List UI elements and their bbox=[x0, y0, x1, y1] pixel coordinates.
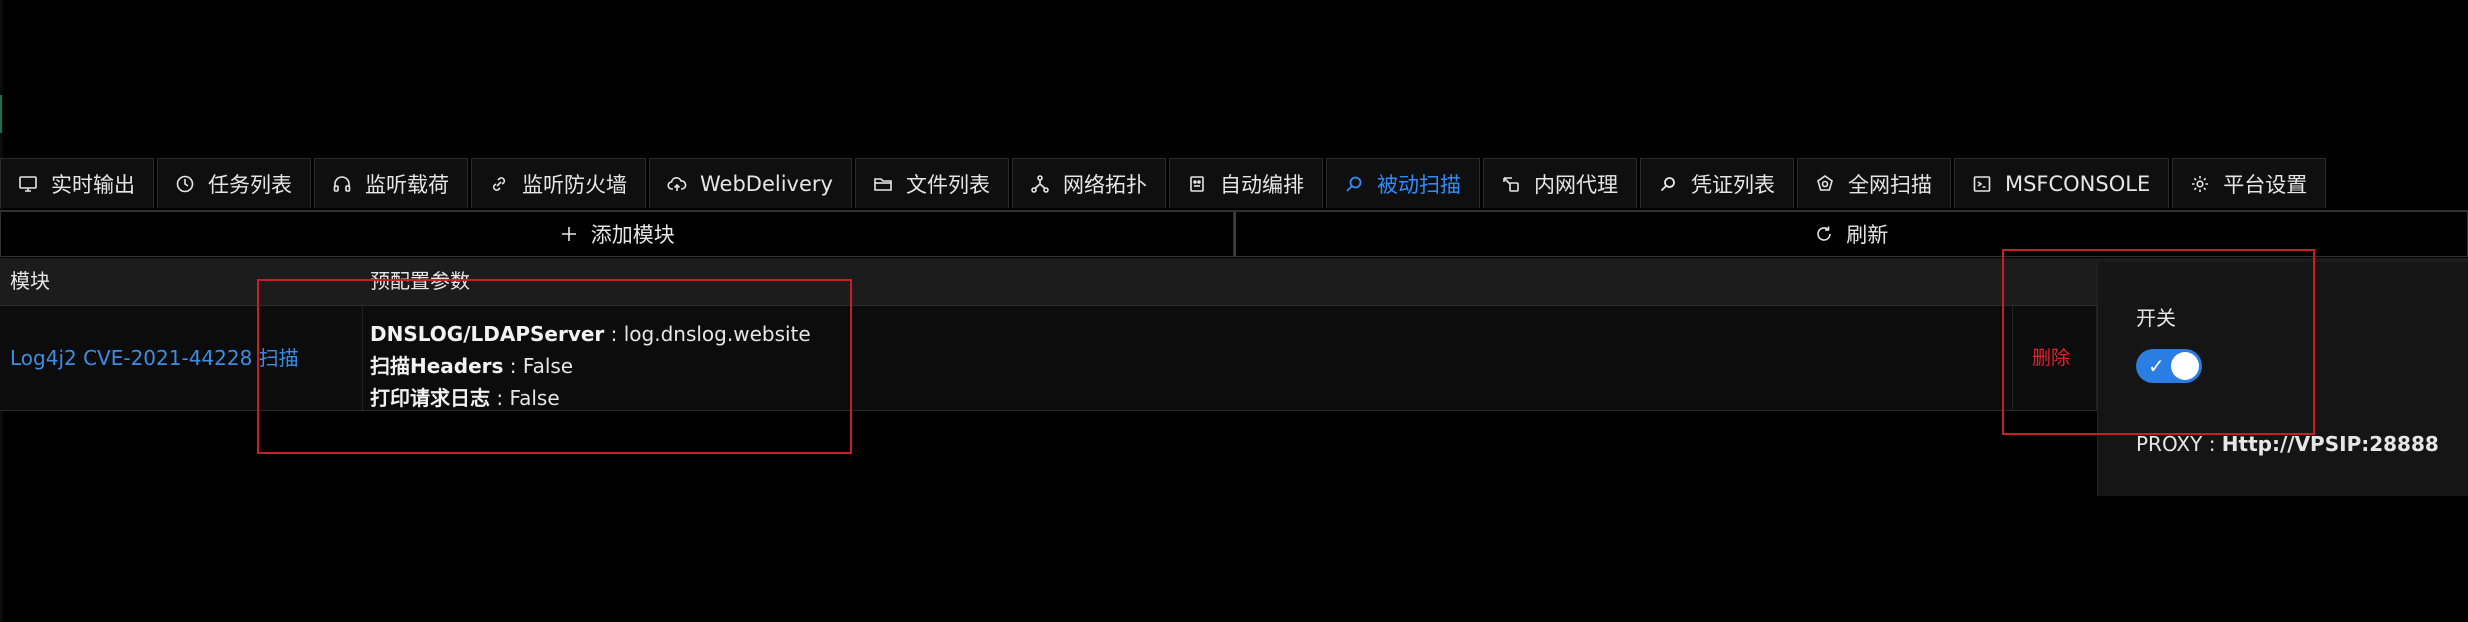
tab-label: 实时输出 bbox=[51, 172, 135, 197]
tab-global-scan[interactable]: 全网扫描 bbox=[1796, 158, 1951, 208]
column-header-module: 模块 bbox=[10, 269, 50, 293]
tab-listen-payload[interactable]: 监听载荷 bbox=[314, 158, 468, 208]
plus-icon bbox=[559, 224, 579, 244]
tab-bar: 实时输出 任务列表 监听载荷 监听防火墙 WebDelivery 文件列表 网络… bbox=[0, 158, 2329, 210]
folder-icon bbox=[872, 173, 894, 195]
tab-msfconsole[interactable]: MSFCONSOLE bbox=[1953, 158, 2170, 208]
tab-webdelivery[interactable]: WebDelivery bbox=[649, 158, 852, 208]
proxy-key: PROXY : bbox=[2136, 432, 2222, 456]
proxy-value: Http://VPSIP:28888 bbox=[2221, 432, 2439, 456]
tab-label: 内网代理 bbox=[1533, 172, 1618, 197]
gear-icon bbox=[2189, 173, 2211, 195]
tab-label: MSFCONSOLE bbox=[2004, 171, 2151, 196]
tab-label: 自动编排 bbox=[1219, 172, 1304, 197]
link-icon bbox=[488, 173, 510, 195]
key-search-icon bbox=[1657, 173, 1679, 195]
tab-label: 全网扫描 bbox=[1847, 172, 1932, 197]
tab-task-list[interactable]: 任务列表 bbox=[157, 158, 311, 208]
monitor-icon bbox=[17, 173, 39, 195]
tab-realtime-output[interactable]: 实时输出 bbox=[0, 158, 154, 208]
annotation-box-toggle bbox=[2002, 249, 2315, 435]
module-name-link[interactable]: Log4j2 CVE-2021-44228 扫描 bbox=[10, 306, 299, 410]
proxy-info: PROXY : Http://VPSIP:28888 bbox=[2136, 432, 2439, 456]
tab-file-list[interactable]: 文件列表 bbox=[854, 158, 1009, 208]
topology-icon bbox=[1029, 173, 1051, 195]
tab-listen-firewall[interactable]: 监听防火墙 bbox=[471, 158, 646, 208]
refresh-label: 刷新 bbox=[1846, 223, 1889, 247]
tab-credential-list[interactable]: 凭证列表 bbox=[1639, 158, 1794, 208]
headphones-icon bbox=[331, 173, 353, 195]
globe-icon bbox=[1814, 173, 1836, 195]
terminal-icon bbox=[1971, 173, 1993, 195]
tab-label: 监听载荷 bbox=[365, 172, 449, 197]
tab-passive-scan[interactable]: 被动扫描 bbox=[1325, 158, 1480, 208]
tab-label: WebDelivery bbox=[700, 171, 833, 196]
tab-label: 监听防火墙 bbox=[522, 172, 627, 197]
clock-icon bbox=[174, 173, 196, 195]
tab-label: 凭证列表 bbox=[1690, 172, 1775, 197]
tab-platform-settings[interactable]: 平台设置 bbox=[2172, 158, 2327, 208]
refresh-icon bbox=[1814, 224, 1834, 244]
tab-network-topology[interactable]: 网络拓扑 bbox=[1011, 158, 1166, 208]
tab-intranet-proxy[interactable]: 内网代理 bbox=[1482, 158, 1637, 208]
add-module-button[interactable]: 添加模块 bbox=[0, 211, 1234, 257]
add-module-label: 添加模块 bbox=[590, 223, 675, 247]
robot-icon bbox=[1186, 173, 1208, 195]
cloud-upload-icon bbox=[666, 173, 688, 195]
search-icon bbox=[1343, 173, 1365, 195]
tab-auto-orchestration[interactable]: 自动编排 bbox=[1168, 158, 1323, 208]
tab-label: 网络拓扑 bbox=[1062, 172, 1147, 197]
tab-label: 平台设置 bbox=[2223, 172, 2308, 197]
annotation-box-params bbox=[257, 279, 852, 454]
tab-label: 任务列表 bbox=[208, 172, 292, 197]
proxy-icon bbox=[1500, 173, 1522, 195]
tab-label: 文件列表 bbox=[905, 172, 990, 197]
tab-label: 被动扫描 bbox=[1376, 172, 1461, 197]
